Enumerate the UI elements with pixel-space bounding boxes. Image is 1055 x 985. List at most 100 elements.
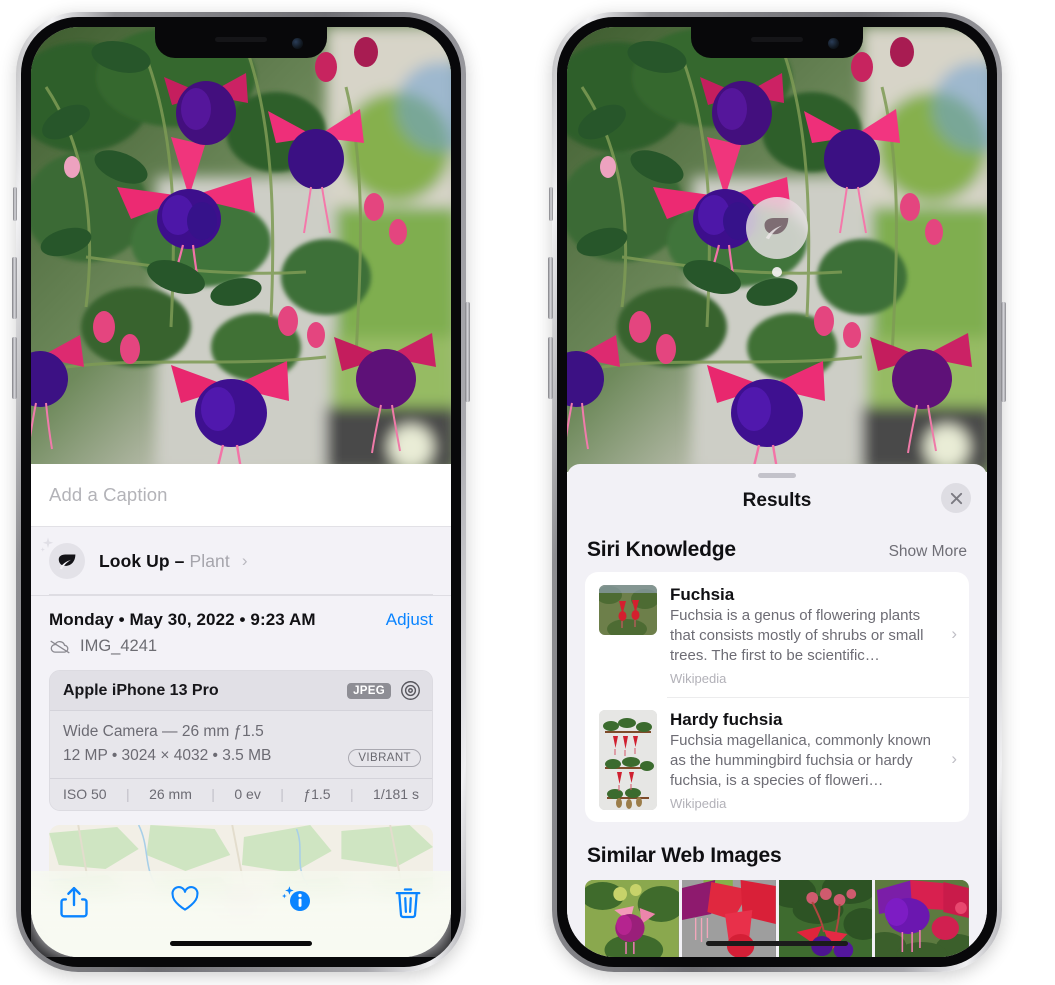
adjust-button[interactable]: Adjust	[386, 610, 433, 630]
power-button[interactable]	[465, 302, 470, 402]
volume-down-button-right[interactable]	[548, 337, 553, 399]
leaf-icon	[746, 197, 808, 259]
leaf-icon	[40, 537, 85, 579]
result-title: Fuchsia	[670, 585, 735, 604]
iphone-left: Add a Caption Look Up – Plant › Monday •…	[12, 12, 470, 972]
exif-row: ISO 50 | 26 mm | 0 ev | ƒ1.5 | 1/181 s	[50, 778, 432, 811]
caption-input[interactable]: Add a Caption	[31, 464, 451, 527]
front-camera-icon	[828, 38, 839, 49]
earpiece-speaker	[751, 37, 803, 42]
web-thumb-graphic	[585, 879, 679, 957]
web-thumb-graphic	[875, 879, 969, 957]
aperture-icon	[401, 681, 420, 700]
similar-web-images-header: Similar Web Images	[567, 822, 987, 878]
look-up-row[interactable]: Look Up – Plant ›	[31, 527, 451, 596]
camera-header-badges: JPEG	[347, 680, 421, 701]
leaf-glyph-icon	[764, 218, 789, 240]
phone-bezel-right: Results Siri Knowledge Show More Fuchsia…	[557, 17, 997, 967]
result-thumbnail	[599, 585, 657, 635]
look-up-label: Look Up – Plant	[99, 551, 230, 572]
results-header: Results	[567, 478, 987, 516]
camera-card-body: Wide Camera — 26 mm ƒ1.5 12 MP • 3024 × …	[50, 711, 432, 779]
volume-up-button-right[interactable]	[548, 257, 553, 319]
lens-line: Wide Camera — 26 mm ƒ1.5	[63, 723, 264, 740]
home-indicator[interactable]	[170, 941, 312, 946]
share-icon[interactable]	[59, 885, 89, 918]
front-camera-icon	[292, 38, 303, 49]
web-image-4[interactable]	[875, 879, 969, 957]
silent-switch[interactable]	[13, 187, 17, 221]
trash-icon[interactable]	[393, 885, 423, 919]
earpiece-speaker	[215, 37, 267, 42]
web-image-1[interactable]	[585, 879, 679, 957]
look-up-kind: Plant	[189, 550, 230, 571]
look-up-title: Look Up	[99, 550, 170, 571]
exif-iso: ISO 50	[63, 786, 107, 803]
result-thumbnail	[599, 709, 657, 810]
exif-shutter: 1/181 s	[373, 786, 419, 803]
volume-up-button[interactable]	[12, 257, 17, 319]
exif-sep-3: |	[280, 786, 284, 803]
leaf-glyph-icon	[58, 554, 75, 569]
list-item[interactable]: Fuchsia Fuchsia is a genus of flowering …	[585, 572, 969, 697]
photo-filename: IMG_4241	[80, 637, 158, 655]
chevron-right-icon: ›	[951, 749, 957, 769]
exif-focal: 26 mm	[149, 786, 192, 803]
chevron-right-icon: ›	[951, 624, 957, 644]
list-item[interactable]: Hardy fuchsia Fuchsia magellanica, commo…	[585, 696, 969, 822]
result-source: Wikipedia	[670, 670, 727, 686]
info-sparkle-icon[interactable]	[281, 885, 312, 917]
show-more-button[interactable]: Show More	[889, 543, 967, 561]
close-icon[interactable]	[941, 483, 971, 513]
result-title: Hardy fuchsia	[670, 709, 783, 729]
fuchsia-photo	[31, 27, 451, 472]
notch-right	[691, 27, 863, 58]
screen-left: Add a Caption Look Up – Plant › Monday •…	[31, 27, 451, 957]
notch-left	[155, 27, 327, 58]
power-button-right[interactable]	[1001, 302, 1006, 402]
exif-aperture: ƒ1.5	[303, 786, 331, 803]
exif-sep-1: |	[126, 786, 130, 803]
exif-sep-2: |	[211, 786, 215, 803]
exif-sep-4: |	[349, 786, 354, 803]
volume-down-button[interactable]	[12, 337, 17, 399]
camera-device-name: Apple iPhone 13 Pro	[63, 681, 219, 699]
siri-knowledge-header: Siri Knowledge Show More	[567, 516, 987, 572]
sparkle-icon	[40, 537, 54, 552]
result-description: Fuchsia magellanica, commonly known as t…	[670, 731, 931, 789]
exif-exposure: 0 ev	[234, 786, 261, 803]
filename-row: IMG_4241	[49, 637, 433, 656]
date-row: Monday • May 30, 2022 • 9:23 AM Adjust	[49, 610, 433, 630]
results-sheet: Results Siri Knowledge Show More Fuchsia…	[567, 464, 987, 957]
metadata-block: Monday • May 30, 2022 • 9:23 AM Adjust I…	[31, 596, 451, 656]
screenshot-root: Add a Caption Look Up – Plant › Monday •…	[0, 0, 1055, 985]
visual-lookup-pin[interactable]	[746, 197, 808, 277]
camera-info-card[interactable]: Apple iPhone 13 Pro JPEG Wide Camera — 2…	[49, 670, 433, 812]
camera-card-header: Apple iPhone 13 Pro JPEG	[50, 671, 432, 711]
look-up-dash: –	[169, 550, 190, 571]
photographic-style-badge: VIBRANT	[348, 749, 421, 768]
photo-info-sheet: Add a Caption Look Up – Plant › Monday •…	[31, 464, 451, 957]
iphone-right: Results Siri Knowledge Show More Fuchsia…	[548, 12, 1006, 972]
chevron-right-icon: ›	[241, 551, 248, 570]
siri-knowledge-card: Fuchsia Fuchsia is a genus of flowering …	[585, 572, 969, 822]
heart-icon[interactable]	[170, 885, 200, 917]
format-badge: JPEG	[347, 682, 391, 699]
result-body: Hardy fuchsia Fuchsia magellanica, commo…	[670, 710, 955, 811]
section-title: Siri Knowledge	[587, 538, 736, 561]
screen-right: Results Siri Knowledge Show More Fuchsia…	[567, 27, 987, 957]
result-body: Fuchsia Fuchsia is a genus of flowering …	[670, 585, 955, 686]
silent-switch-right[interactable]	[549, 187, 553, 221]
phone-bezel-left: Add a Caption Look Up – Plant › Monday •…	[21, 17, 461, 967]
result-source: Wikipedia	[670, 795, 727, 811]
icloud-slash-icon	[50, 640, 70, 653]
section-title: Similar Web Images	[587, 843, 782, 867]
fuchsia-thumb-1	[599, 585, 657, 635]
pin-dot	[772, 267, 782, 277]
results-title: Results	[742, 490, 812, 511]
fuchsia-thumb-2	[599, 709, 657, 810]
photo-viewer[interactable]	[31, 27, 451, 472]
result-description: Fuchsia is a genus of flowering plants t…	[670, 607, 924, 664]
photo-date: Monday • May 30, 2022 • 9:23 AM	[49, 610, 316, 629]
home-indicator[interactable]	[706, 941, 848, 946]
